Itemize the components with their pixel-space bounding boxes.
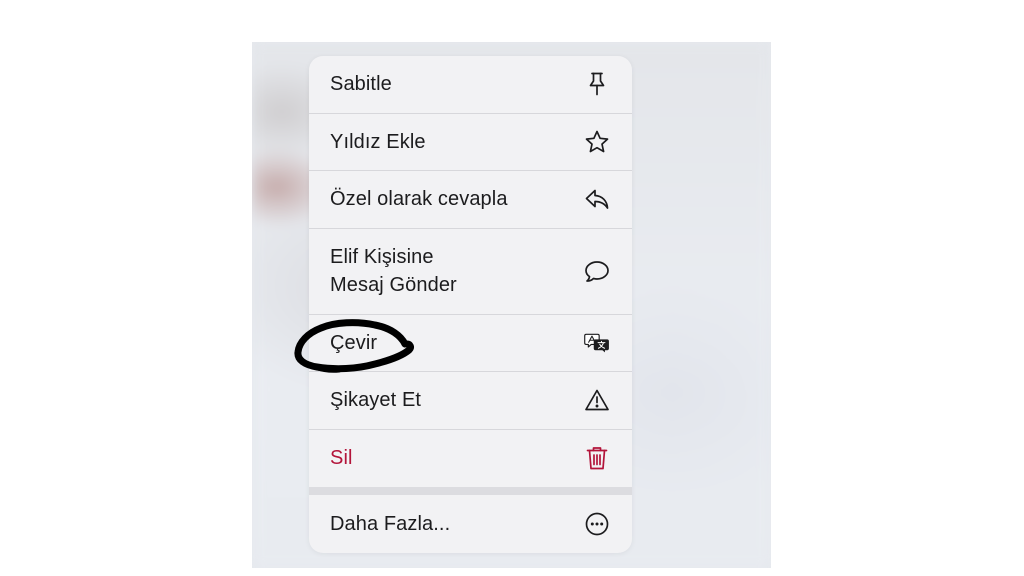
menu-item-report[interactable]: Şikayet Et xyxy=(309,372,632,430)
more-icon xyxy=(584,511,610,537)
menu-item-label: Özel olarak cevapla xyxy=(330,188,508,211)
menu-item-reply-privately[interactable]: Özel olarak cevapla xyxy=(309,171,632,229)
trash-icon xyxy=(584,445,610,471)
menu-item-label: Şikayet Et xyxy=(330,389,422,412)
menu-item-label: Elif Kişisine Mesaj Gönder xyxy=(330,246,457,296)
reply-icon xyxy=(584,186,610,212)
menu-item-star[interactable]: Yıldız Ekle xyxy=(309,114,632,171)
menu-item-label: Sil xyxy=(330,447,353,470)
context-menu: Sabitle Yıldız Ekle Özel olarak cevapla … xyxy=(309,56,632,553)
menu-item-label: Daha Fazla... xyxy=(330,512,451,535)
menu-item-pin[interactable]: Sabitle xyxy=(309,56,632,114)
translate-icon xyxy=(584,330,610,356)
star-icon xyxy=(584,129,610,155)
menu-item-label: Sabitle xyxy=(330,73,392,96)
menu-item-label: Yıldız Ekle xyxy=(330,130,426,153)
menu-item-translate[interactable]: Çevir xyxy=(309,315,632,372)
menu-item-label: Çevir xyxy=(330,331,378,354)
menu-separator xyxy=(309,487,632,495)
menu-item-more[interactable]: Daha Fazla... xyxy=(309,495,632,553)
pin-icon xyxy=(584,71,610,97)
chat-bubble-icon xyxy=(584,258,610,284)
menu-item-message-elif[interactable]: Elif Kişisine Mesaj Gönder xyxy=(309,229,632,315)
warning-icon xyxy=(584,387,610,413)
menu-item-delete[interactable]: Sil xyxy=(309,430,632,488)
